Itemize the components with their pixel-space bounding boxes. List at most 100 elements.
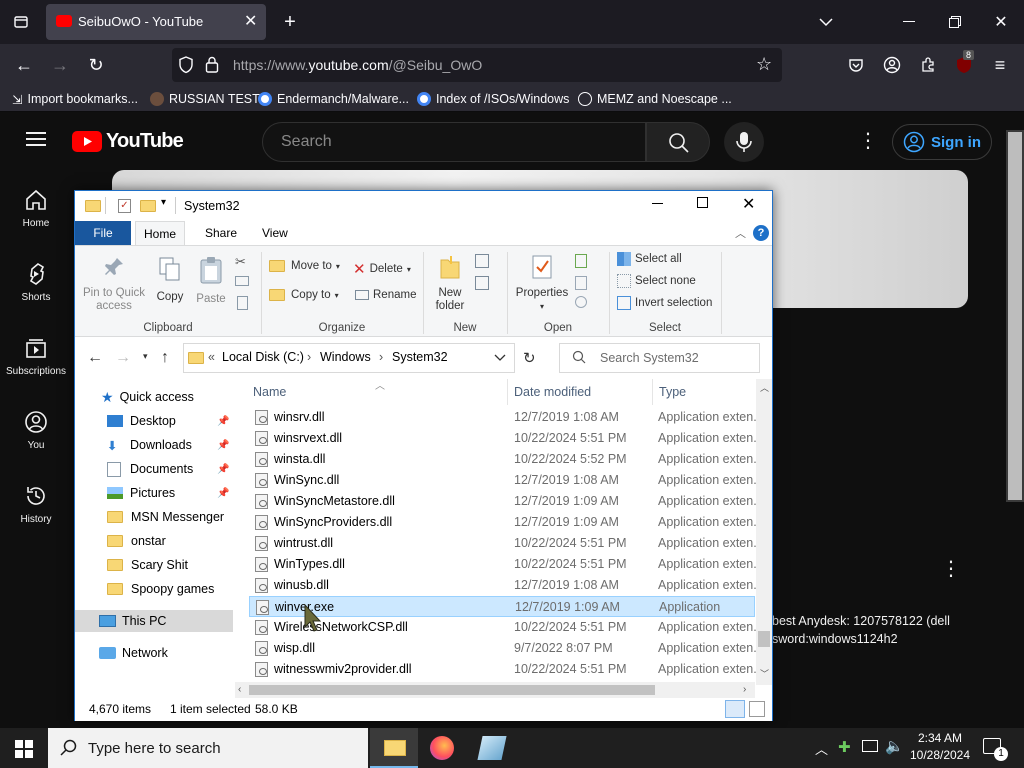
table-row[interactable]: wisp.dll 9/7/2022 8:07 PM Application exte… bbox=[249, 638, 760, 659]
ublock-icon[interactable]: 8 bbox=[949, 50, 979, 80]
voice-search-button[interactable] bbox=[724, 122, 764, 162]
move-to-button[interactable]: Move to ▾ bbox=[269, 260, 340, 272]
taskbar-search-box[interactable]: Type here to search bbox=[48, 728, 368, 768]
sidebar-item-home[interactable]: Home bbox=[0, 188, 72, 229]
volume-icon[interactable]: 🔈 bbox=[885, 737, 904, 755]
history-icon[interactable] bbox=[575, 296, 587, 308]
list-all-tabs-icon[interactable] bbox=[811, 7, 841, 37]
nav-network[interactable]: Network bbox=[75, 642, 233, 664]
cut-icon[interactable]: ✂ bbox=[235, 254, 246, 270]
pocket-icon[interactable] bbox=[841, 50, 871, 80]
nav-this-pc[interactable]: This PC bbox=[75, 610, 233, 632]
back-icon[interactable]: ← bbox=[9, 50, 39, 80]
close-window-icon[interactable]: ✕ bbox=[986, 7, 1016, 37]
recent-locations-icon[interactable]: ▾ bbox=[143, 351, 148, 362]
horizontal-scrollbar[interactable]: ‹ › bbox=[235, 682, 755, 698]
sidebar-item-subscriptions[interactable]: Subscriptions bbox=[0, 336, 72, 377]
nav-onstar[interactable]: onstar bbox=[75, 530, 233, 552]
extensions-icon[interactable] bbox=[913, 50, 943, 80]
forward-icon[interactable]: → bbox=[45, 50, 75, 80]
table-row[interactable]: WirelessNetworkCSP.dll 10/22/2024 5:51 PM… bbox=[249, 617, 760, 638]
new-item-icon[interactable] bbox=[475, 254, 489, 268]
pin-icon[interactable]: 📌 bbox=[217, 416, 229, 427]
breadcrumb-separator[interactable]: › bbox=[379, 350, 383, 364]
table-row[interactable]: wintrust.dll 10/22/2024 5:51 PM Applicatio… bbox=[249, 533, 760, 554]
table-row[interactable]: witnesswmiv2provider.dll 10/22/2024 5:51 … bbox=[249, 659, 760, 680]
minimize-window-icon[interactable] bbox=[894, 7, 924, 37]
rename-button[interactable]: Rename bbox=[355, 289, 416, 301]
new-tab-icon[interactable]: + bbox=[275, 7, 305, 37]
bookmark-item[interactable]: Endermanch/Malware... bbox=[258, 90, 409, 108]
tab-file[interactable]: File bbox=[75, 221, 131, 245]
nav-spoopy-games[interactable]: Spoopy games bbox=[75, 578, 233, 600]
nav-msn-messenger[interactable]: MSN Messenger bbox=[75, 506, 233, 528]
bookmark-item[interactable]: Index of /ISOs/Windows bbox=[417, 90, 569, 108]
details-view-icon[interactable] bbox=[725, 700, 745, 718]
table-row[interactable]: winusb.dll 12/7/2019 1:08 AM Application e… bbox=[249, 575, 760, 596]
security-tray-icon[interactable]: ✚ bbox=[838, 738, 851, 756]
bookmark-item[interactable]: ⇲ Import bookmarks... bbox=[12, 90, 138, 108]
copy-button[interactable]: Copy bbox=[153, 256, 187, 304]
lock-icon[interactable] bbox=[205, 56, 219, 76]
scroll-up-icon[interactable]: ︿ bbox=[760, 381, 769, 394]
table-row[interactable]: WinSyncMetastore.dll 12/7/2019 1:09 AM App… bbox=[249, 491, 760, 512]
vertical-scrollbar[interactable]: ︿ ﹀ bbox=[756, 379, 772, 685]
paste-shortcut-icon[interactable] bbox=[237, 296, 248, 310]
sidebar-item-you[interactable]: You bbox=[0, 410, 72, 451]
invert-selection-button[interactable]: Invert selection bbox=[617, 296, 712, 310]
close-tab-icon[interactable]: ✕ bbox=[244, 11, 257, 31]
select-none-button[interactable]: Select none bbox=[617, 274, 696, 288]
tab-share[interactable]: Share bbox=[205, 226, 237, 240]
help-icon[interactable]: ? bbox=[753, 225, 769, 241]
properties-quick-icon[interactable]: ✓ bbox=[118, 199, 131, 213]
collapse-ribbon-icon[interactable]: ︿ bbox=[735, 225, 746, 241]
easy-access-icon[interactable] bbox=[475, 276, 489, 290]
nav-desktop[interactable]: Desktop 📌 bbox=[75, 410, 233, 432]
back-icon[interactable]: ← bbox=[87, 349, 103, 367]
breadcrumb-item[interactable]: Local Disk (C:) bbox=[222, 350, 304, 364]
sidebar-item-history[interactable]: History bbox=[0, 484, 72, 525]
breadcrumb-separator[interactable]: › bbox=[307, 350, 311, 364]
bookmark-star-icon[interactable]: ☆ bbox=[756, 54, 772, 75]
shield-icon[interactable] bbox=[178, 56, 194, 77]
column-header-date[interactable]: Date modified bbox=[514, 385, 591, 399]
restore-window-icon[interactable] bbox=[940, 7, 970, 37]
customize-toolbar-icon[interactable]: ▾ bbox=[161, 197, 166, 208]
explorer-search-input[interactable]: Search System32 bbox=[559, 343, 760, 373]
table-row[interactable]: winver.exe12/7/2019 1:09 AMApplication bbox=[249, 596, 755, 617]
nav-documents[interactable]: Documents 📌 bbox=[75, 458, 233, 480]
page-scrollbar-thumb[interactable] bbox=[1008, 132, 1022, 500]
refresh-icon[interactable]: ↻ bbox=[523, 349, 536, 367]
table-row[interactable]: winsta.dll 10/22/2024 5:52 PM Application … bbox=[249, 449, 760, 470]
taskbar-file-explorer[interactable] bbox=[370, 728, 418, 768]
scroll-left-icon[interactable]: ‹ bbox=[238, 684, 241, 695]
scroll-right-icon[interactable]: › bbox=[743, 684, 746, 695]
new-folder-button[interactable]: New folder bbox=[429, 254, 471, 313]
explorer-close-icon[interactable]: ✕ bbox=[742, 194, 755, 214]
hamburger-menu-icon[interactable] bbox=[26, 131, 46, 152]
column-header-name[interactable]: Name bbox=[253, 385, 286, 399]
up-icon[interactable]: ↑ bbox=[161, 349, 169, 367]
forward-icon[interactable]: → bbox=[115, 349, 131, 367]
url-bar[interactable]: https://www.youtube.com/@Seibu_OwO ☆ bbox=[172, 48, 782, 82]
horizontal-scrollbar-thumb[interactable] bbox=[249, 685, 655, 695]
notepad-icon[interactable] bbox=[477, 736, 507, 760]
youtube-logo[interactable]: YouTube bbox=[72, 130, 184, 153]
edit-icon[interactable] bbox=[575, 276, 587, 290]
pin-icon[interactable]: 📌 bbox=[217, 464, 229, 475]
youtube-search-button[interactable] bbox=[646, 122, 710, 162]
network-tray-icon[interactable] bbox=[862, 740, 878, 752]
nav-scary-shit[interactable]: Scary Shit bbox=[75, 554, 233, 576]
nav-downloads[interactable]: ⬇ Downloads 📌 bbox=[75, 434, 233, 456]
menu-icon[interactable]: ≡ bbox=[985, 50, 1015, 80]
youtube-search-input[interactable]: Search bbox=[262, 122, 646, 162]
table-row[interactable]: WinTypes.dll 10/22/2024 5:51 PM Applicatio… bbox=[249, 554, 760, 575]
explorer-minimize-icon[interactable] bbox=[652, 197, 664, 212]
address-bar[interactable]: « Local Disk (C:) › Windows › System32 bbox=[183, 343, 515, 373]
select-all-button[interactable]: Select all bbox=[617, 252, 682, 266]
reload-icon[interactable]: ↻ bbox=[81, 50, 111, 80]
pin-icon[interactable]: 📌 bbox=[217, 488, 229, 499]
nav-pictures[interactable]: Pictures 📌 bbox=[75, 482, 233, 504]
copy-to-button[interactable]: Copy to ▾ bbox=[269, 289, 339, 301]
address-dropdown-icon[interactable] bbox=[494, 351, 506, 365]
